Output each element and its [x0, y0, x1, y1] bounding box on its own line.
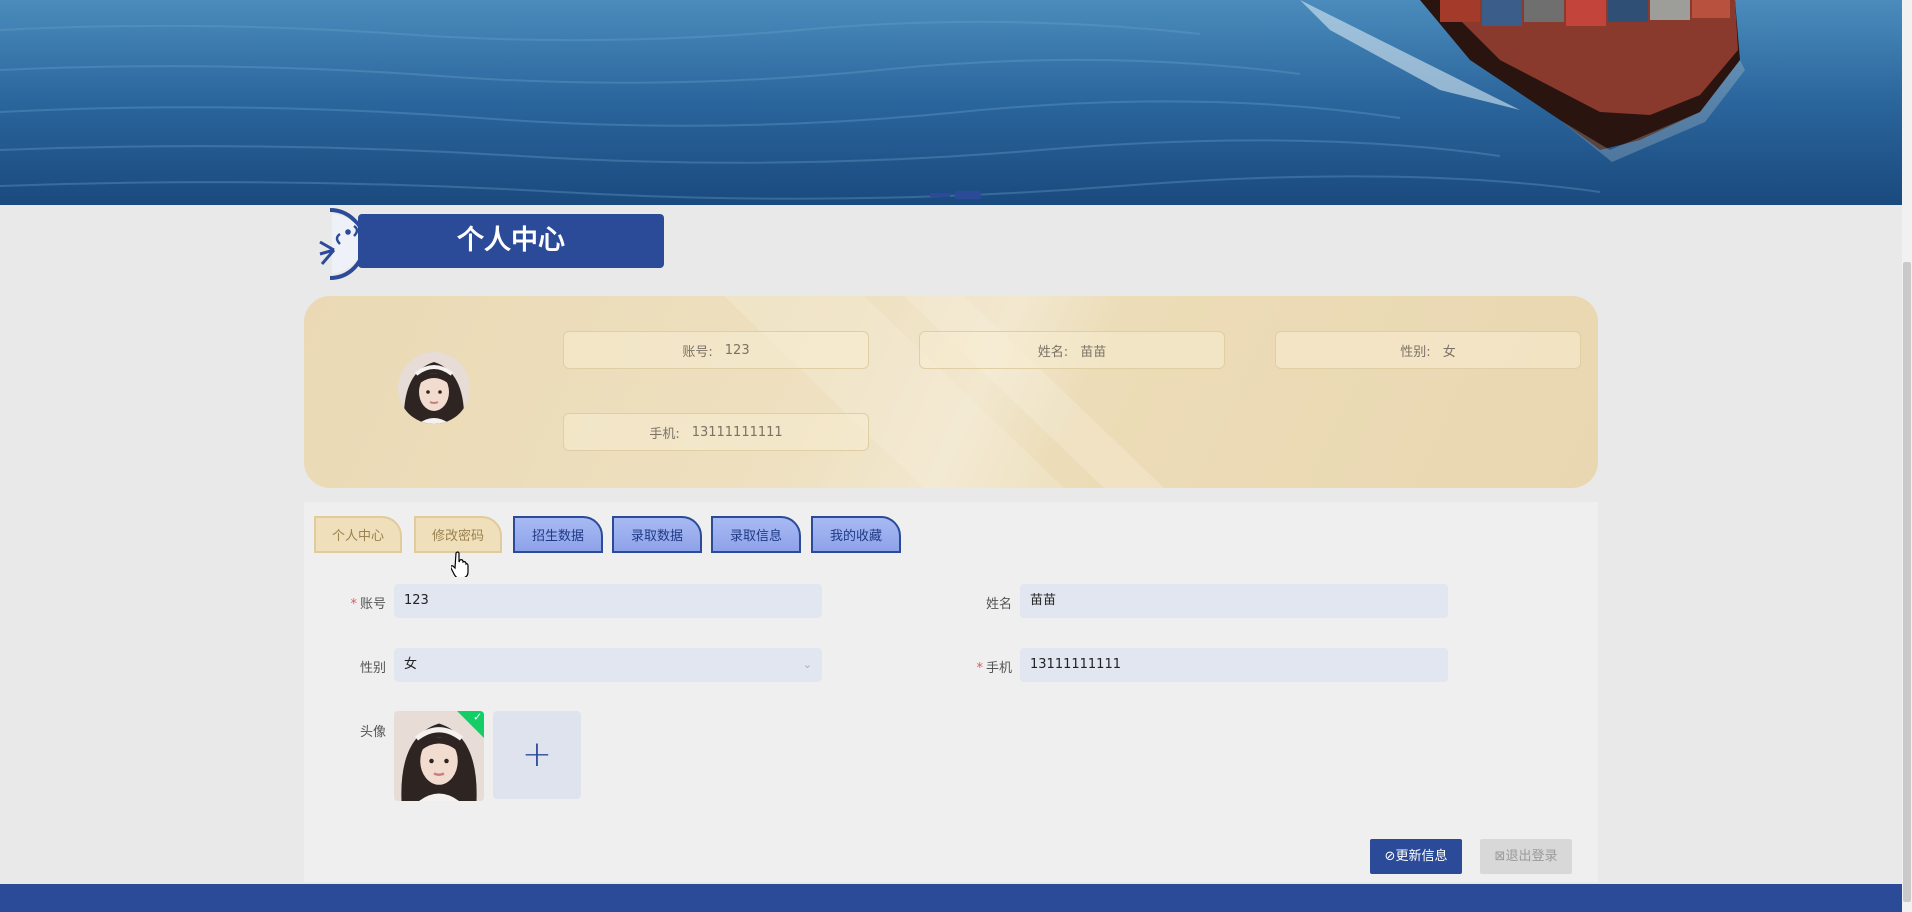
check-icon: ✓	[473, 711, 483, 724]
ocean-ship-image	[0, 0, 1902, 205]
tab-admission-data[interactable]: 录取数据	[612, 516, 702, 553]
avatar-upload-thumbnail[interactable]: ✓	[394, 711, 484, 801]
profile-phone: 手机: 13111111111	[563, 413, 869, 451]
update-info-label: 更新信息	[1395, 849, 1448, 864]
phone-input[interactable]: 13111111111	[1020, 648, 1448, 682]
profile-account-label: 账号:	[682, 344, 713, 360]
footer-bar	[0, 884, 1902, 912]
chevron-down-icon: ⌄	[802, 658, 812, 671]
avatar-label: 头像	[359, 725, 386, 740]
hand-cursor-icon	[451, 551, 469, 577]
logout-label: 退出登录	[1505, 849, 1558, 864]
form-panel	[304, 502, 1598, 882]
tab-change-password[interactable]: 修改密码	[414, 516, 502, 553]
gender-label: 性别	[359, 661, 386, 676]
profile-gender-label: 性别:	[1400, 344, 1431, 360]
section-title: 个人中心	[300, 206, 670, 280]
gender-select[interactable]: 女 ⌄	[394, 648, 822, 682]
profile-account-value: 123	[724, 342, 750, 358]
hero-banner	[0, 0, 1902, 205]
user-photo	[398, 352, 470, 424]
check-circle-icon: ⊘	[1384, 849, 1396, 864]
profile-name: 姓名: 苗苗	[919, 331, 1225, 369]
account-label-text: 账号	[359, 597, 386, 612]
close-box-icon: ⊠	[1494, 849, 1506, 864]
profile-card: 账号: 123 姓名: 苗苗 性别: 女 手机: 13111111111	[304, 296, 1598, 488]
update-info-button[interactable]: ⊘更新信息	[1370, 839, 1462, 874]
tab-enrollment-data[interactable]: 招生数据	[513, 516, 603, 553]
scrollbar-track[interactable]	[1902, 0, 1912, 912]
required-mark: *	[350, 597, 357, 612]
tab-admission-info[interactable]: 录取信息	[711, 516, 801, 553]
scrollbar-thumb[interactable]	[1903, 262, 1911, 902]
profile-phone-label: 手机:	[649, 426, 680, 442]
phone-label: * 手机	[952, 657, 1012, 676]
profile-gender: 性别: 女	[1275, 331, 1581, 369]
name-label: 姓名	[985, 597, 1012, 612]
profile-name-label: 姓名:	[1037, 344, 1069, 360]
avatar	[398, 352, 470, 424]
gender-select-value: 女	[404, 657, 418, 672]
page-title: 个人中心	[457, 225, 565, 256]
profile-gender-value: 女	[1442, 344, 1456, 360]
tab-my-favorites[interactable]: 我的收藏	[811, 516, 901, 553]
logout-button[interactable]: ⊠退出登录	[1480, 839, 1572, 874]
avatar-upload-add-button[interactable]: +	[493, 711, 581, 799]
profile-account: 账号: 123	[563, 331, 869, 369]
tab-personal-center[interactable]: 个人中心	[314, 516, 402, 553]
profile-name-value: 苗苗	[1080, 344, 1107, 360]
phone-label-text: 手机	[985, 661, 1012, 676]
card-texture	[724, 296, 1164, 488]
account-label: * 账号	[326, 593, 386, 612]
account-input[interactable]: 123	[394, 584, 822, 618]
profile-phone-value: 13111111111	[691, 424, 783, 440]
required-mark: *	[976, 661, 983, 676]
name-input[interactable]: 苗苗	[1020, 584, 1448, 618]
